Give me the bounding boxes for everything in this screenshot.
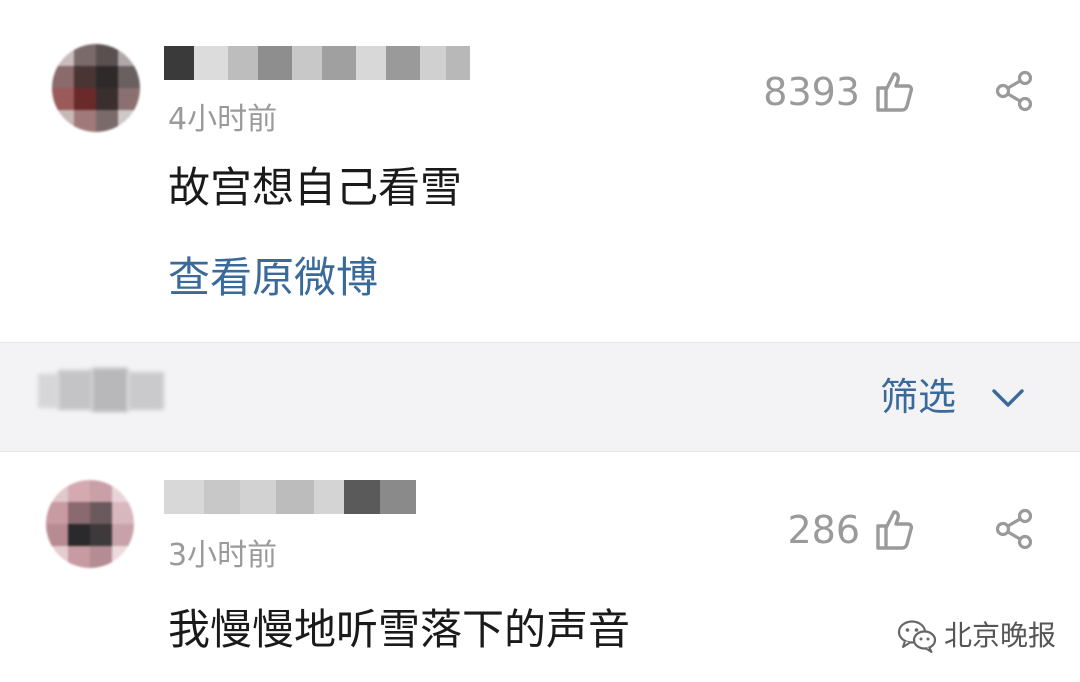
username[interactable]: [164, 480, 416, 514]
avatar[interactable]: [52, 44, 140, 132]
avatar[interactable]: [46, 480, 134, 568]
comment-card: 4小时前 8393 故宫想自己看雪 查看原微博: [0, 0, 1080, 342]
thumbs-up-icon[interactable]: [874, 508, 914, 550]
share-icon[interactable]: [994, 70, 1034, 112]
chevron-down-icon[interactable]: [990, 384, 1026, 412]
comment-text: 我慢慢地听雪落下的声音: [168, 605, 631, 654]
comment-time: 3小时前: [168, 538, 278, 573]
filter-button[interactable]: 筛选: [880, 374, 956, 420]
like-count[interactable]: 8393: [700, 70, 860, 114]
wechat-icon: [897, 620, 937, 653]
like-count[interactable]: 286: [700, 508, 860, 552]
share-icon[interactable]: [994, 508, 1034, 550]
thumbs-up-icon[interactable]: [874, 70, 914, 112]
comment-time: 4小时前: [168, 102, 278, 137]
sort-option[interactable]: [38, 368, 164, 414]
comment-text: 故宫想自己看雪: [168, 163, 463, 212]
username[interactable]: [164, 46, 470, 80]
view-original-weibo-link[interactable]: 查看原微博: [168, 252, 378, 304]
watermark-text: 北京晚报: [944, 619, 1057, 652]
